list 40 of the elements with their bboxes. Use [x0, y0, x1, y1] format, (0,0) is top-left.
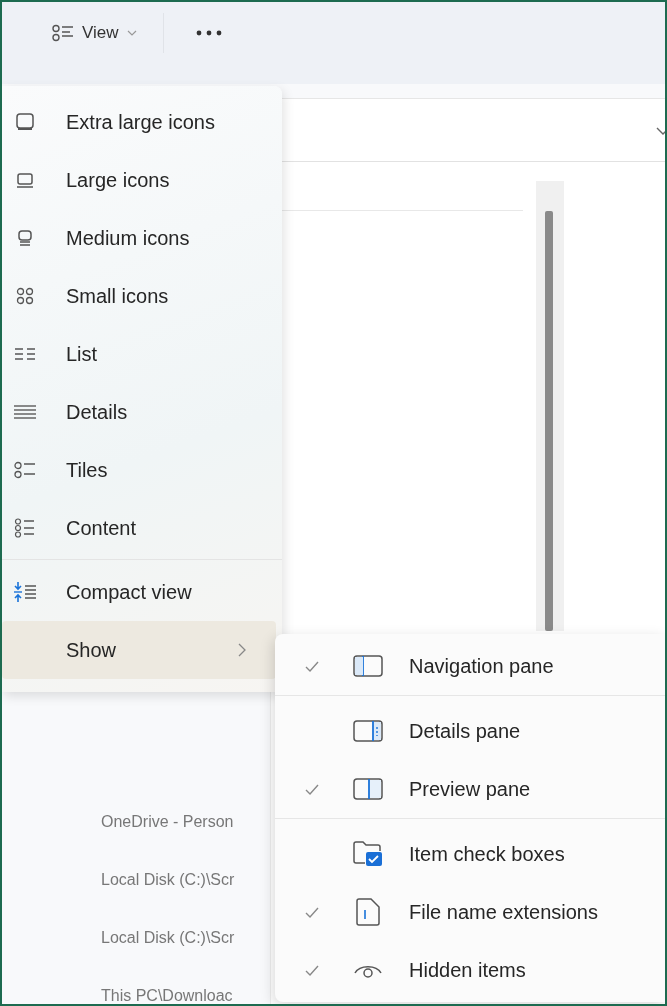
menu-item[interactable]: Details: [2, 383, 282, 441]
pane-icon: [353, 655, 383, 677]
menu-item[interactable]: Tiles: [2, 441, 282, 499]
location-path: Local Disk (C:)\Scr: [101, 870, 235, 890]
list-icon: [14, 347, 36, 361]
menu-item[interactable]: Hidden items: [275, 941, 665, 999]
more-icon: [195, 30, 222, 36]
pane-icon: [353, 778, 383, 800]
menu-item[interactable]: Preview pane: [275, 760, 665, 818]
menu-item[interactable]: Small icons: [2, 267, 282, 325]
view-button[interactable]: View: [46, 19, 143, 47]
chevron-down-icon: [126, 30, 137, 36]
list-icon: [52, 24, 74, 42]
menu-item[interactable]: Item check boxes: [275, 825, 665, 883]
pane-icon: [353, 720, 383, 742]
compact-icon: [13, 581, 37, 603]
chevron-right-icon: [238, 643, 246, 657]
monitor-icon: [17, 229, 33, 247]
monitor-icon: [15, 171, 35, 189]
file-icon: [356, 898, 380, 926]
monitor-icon: [15, 112, 35, 132]
scrollbar[interactable]: [536, 181, 564, 631]
location-path: This PC\Downloac: [101, 986, 234, 1004]
location-path: Local Disk (C:)\Scr: [101, 928, 235, 948]
menu-item[interactable]: Navigation pane: [275, 637, 665, 695]
menu-item[interactable]: Details pane: [275, 702, 665, 760]
menu-item[interactable]: List: [2, 325, 282, 383]
tiles-icon: [14, 461, 36, 479]
menu-item[interactable]: Show: [2, 621, 276, 679]
menu-item[interactable]: Large icons: [2, 151, 282, 209]
content-icon: [14, 518, 36, 538]
menu-item[interactable]: Medium icons: [2, 209, 282, 267]
grid-icon: [16, 287, 34, 305]
menu-item[interactable]: File name extensions: [275, 883, 665, 941]
menu-item[interactable]: Content: [2, 499, 282, 557]
location-path: OneDrive - Person: [101, 812, 235, 832]
folder-checkbox-icon: [353, 841, 383, 867]
menu-item[interactable]: Compact view: [2, 563, 282, 621]
details-icon: [13, 405, 37, 419]
menu-item[interactable]: Extra large icons: [2, 93, 282, 151]
